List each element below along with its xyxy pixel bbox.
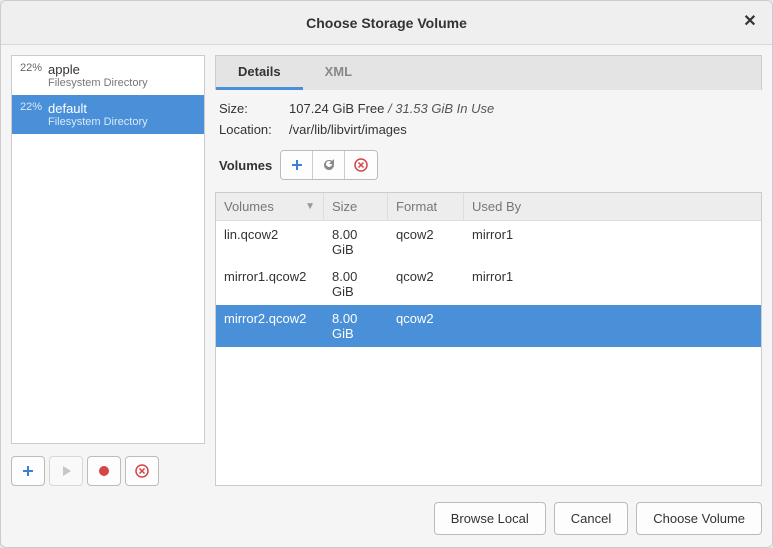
cell-format: qcow2 [388, 267, 464, 301]
cell-volume: mirror2.qcow2 [216, 309, 324, 343]
delete-volume-button[interactable] [345, 151, 377, 179]
refresh-volume-button[interactable] [313, 151, 345, 179]
tab-xml[interactable]: XML [303, 56, 374, 90]
main-panel: Details XML Size: 107.24 GiB Free / 31.5… [215, 55, 762, 486]
volumes-label: Volumes [219, 158, 272, 173]
table-body: lin.qcow28.00 GiBqcow2mirror1mirror1.qco… [216, 221, 761, 347]
pool-item[interactable]: 22%appleFilesystem Directory [12, 56, 204, 95]
cell-volume: mirror1.qcow2 [216, 267, 324, 301]
choose-volume-button[interactable]: Choose Volume [636, 502, 762, 535]
delete-icon [135, 464, 149, 478]
start-pool-button[interactable] [49, 456, 83, 486]
add-pool-button[interactable] [11, 456, 45, 486]
size-row: Size: 107.24 GiB Free / 31.53 GiB In Use [219, 98, 758, 119]
cell-size: 8.00 GiB [324, 225, 388, 259]
add-volume-button[interactable] [281, 151, 313, 179]
cell-size: 8.00 GiB [324, 267, 388, 301]
volumes-table: Volumes ▼ Size Format Used By lin.qcow28… [215, 192, 762, 486]
volume-button-group [280, 150, 378, 180]
header-volumes[interactable]: Volumes ▼ [216, 193, 324, 220]
pool-type: Filesystem Directory [48, 116, 148, 128]
pool-percent: 22% [20, 62, 48, 74]
pool-name: default [48, 101, 148, 116]
pool-item[interactable]: 22%defaultFilesystem Directory [12, 95, 204, 134]
sort-desc-icon: ▼ [305, 201, 315, 212]
header-format[interactable]: Format [388, 193, 464, 220]
sidebar: 22%appleFilesystem Directory22%defaultFi… [11, 55, 205, 486]
tab-details[interactable]: Details [216, 56, 303, 90]
plus-icon [290, 158, 304, 172]
pool-name: apple [48, 62, 148, 77]
pool-percent: 22% [20, 101, 48, 113]
cell-used-by: mirror1 [464, 267, 761, 301]
details-section: Size: 107.24 GiB Free / 31.53 GiB In Use… [215, 90, 762, 186]
header-size[interactable]: Size [324, 193, 388, 220]
size-free: 107.24 GiB Free [289, 101, 384, 116]
close-icon: ✕ [743, 11, 756, 31]
storage-pool-list: 22%appleFilesystem Directory22%defaultFi… [11, 55, 205, 444]
cell-volume: lin.qcow2 [216, 225, 324, 259]
play-icon [60, 465, 72, 477]
tab-bar: Details XML [215, 55, 762, 90]
delete-icon [354, 158, 368, 172]
footer: Browse Local Cancel Choose Volume [1, 496, 772, 547]
table-row[interactable]: mirror1.qcow28.00 GiBqcow2mirror1 [216, 263, 761, 305]
cell-format: qcow2 [388, 309, 464, 343]
cell-size: 8.00 GiB [324, 309, 388, 343]
header-used-by[interactable]: Used By [464, 193, 761, 220]
refresh-icon [322, 158, 336, 172]
content-area: 22%appleFilesystem Directory22%defaultFi… [1, 45, 772, 496]
table-row[interactable]: mirror2.qcow28.00 GiBqcow2 [216, 305, 761, 347]
location-row: Location: /var/lib/libvirt/images [219, 119, 758, 140]
pool-type: Filesystem Directory [48, 77, 148, 89]
stop-pool-button[interactable] [87, 456, 121, 486]
browse-local-button[interactable]: Browse Local [434, 502, 546, 535]
cell-used-by [464, 309, 761, 343]
close-button[interactable]: ✕ [740, 11, 760, 31]
titlebar: Choose Storage Volume ✕ [1, 1, 772, 45]
pool-toolbar [11, 456, 205, 486]
window-title: Choose Storage Volume [306, 15, 467, 31]
volumes-toolbar: Volumes [219, 150, 758, 180]
size-inuse: 31.53 GiB In Use [395, 101, 494, 116]
plus-icon [21, 464, 35, 478]
location-label: Location: [219, 122, 289, 137]
size-label: Size: [219, 101, 289, 116]
table-row[interactable]: lin.qcow28.00 GiBqcow2mirror1 [216, 221, 761, 263]
dialog-window: Choose Storage Volume ✕ 22%appleFilesyst… [0, 0, 773, 548]
cell-used-by: mirror1 [464, 225, 761, 259]
cell-format: qcow2 [388, 225, 464, 259]
record-icon [98, 465, 110, 477]
location-value: /var/lib/libvirt/images [289, 122, 407, 137]
delete-pool-button[interactable] [125, 456, 159, 486]
table-header: Volumes ▼ Size Format Used By [216, 193, 761, 221]
cancel-button[interactable]: Cancel [554, 502, 628, 535]
size-value: 107.24 GiB Free / 31.53 GiB In Use [289, 101, 494, 116]
